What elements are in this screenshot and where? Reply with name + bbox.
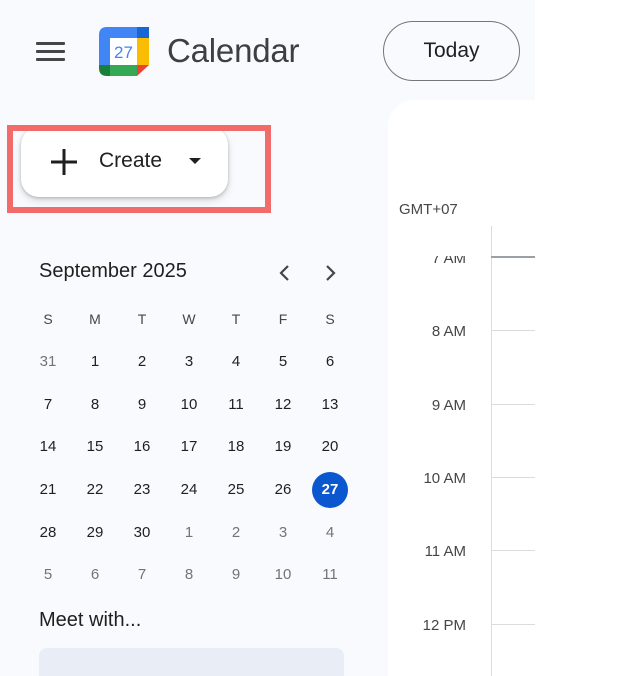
grid-vertical-line (491, 226, 492, 676)
time-label: 7 AM (431, 256, 466, 267)
weekday-label: T (137, 311, 147, 327)
day-cell[interactable]: 2 (218, 515, 254, 551)
main-menu-button[interactable] (30, 34, 70, 68)
weekday-label: F (278, 311, 288, 327)
day-cell[interactable]: 19 (265, 429, 301, 465)
hour-line (491, 550, 535, 551)
meet-with-heading: Meet with... (39, 609, 142, 631)
day-cell[interactable]: 18 (218, 429, 254, 465)
day-cell[interactable]: 1 (77, 344, 113, 380)
hamburger-line (36, 58, 65, 61)
day-cell[interactable]: 17 (171, 429, 207, 465)
day-cell[interactable]: 2 (124, 344, 160, 380)
mini-calendar-month: September 2025 (39, 260, 187, 282)
timezone-label: GMT+07 (399, 201, 458, 218)
hour-line (491, 477, 535, 478)
day-cell-today[interactable]: 27 (312, 472, 348, 508)
day-cell[interactable]: 11 (312, 557, 348, 593)
day-cell[interactable]: 26 (265, 472, 301, 508)
day-cell[interactable]: 14 (30, 429, 66, 465)
hour-line (491, 624, 535, 625)
day-cell[interactable]: 23 (124, 472, 160, 508)
day-cell[interactable]: 16 (124, 429, 160, 465)
calendar-logo-icon[interactable]: 27 (99, 27, 149, 76)
hour-line (491, 404, 535, 405)
time-label: 10 AM (423, 470, 466, 487)
time-label: 9 AM (431, 397, 466, 414)
plus-icon (51, 149, 77, 175)
day-cell[interactable]: 30 (124, 515, 160, 551)
day-cell[interactable]: 24 (171, 472, 207, 508)
day-cell[interactable]: 22 (77, 472, 113, 508)
hamburger-menu-icon (36, 42, 65, 45)
logo-date: 27 (114, 43, 133, 62)
caret-down-icon[interactable] (189, 158, 201, 164)
time-label: 8 AM (431, 323, 466, 340)
search-people-field[interactable] (39, 648, 344, 676)
day-cell[interactable]: 7 (30, 387, 66, 423)
chevron-right-icon[interactable] (318, 261, 342, 285)
current-time-line (491, 256, 535, 258)
day-cell[interactable]: 8 (171, 557, 207, 593)
day-cell[interactable]: 12 (265, 387, 301, 423)
day-cell[interactable]: 6 (77, 557, 113, 593)
create-button[interactable]: Create (21, 127, 228, 197)
calendar-app: 27 Calendar Today Create September 2025 … (0, 0, 535, 676)
day-cell[interactable]: 13 (312, 387, 348, 423)
day-cell[interactable]: 1 (171, 515, 207, 551)
day-cell[interactable]: 5 (30, 557, 66, 593)
day-cell[interactable]: 29 (77, 515, 113, 551)
day-cell[interactable]: 28 (30, 515, 66, 551)
weekday-label: S (325, 311, 335, 327)
chevron-left-icon[interactable] (273, 261, 297, 285)
day-cell[interactable]: 8 (77, 387, 113, 423)
hamburger-line (36, 50, 65, 53)
weekday-label: M (89, 311, 101, 327)
hour-line (491, 330, 535, 331)
day-view-panel (388, 100, 535, 676)
create-label: Create (99, 149, 163, 172)
weekday-label: S (43, 311, 53, 327)
time-label-7am-clip: 7 AM (400, 256, 466, 268)
today-button[interactable]: Today (383, 21, 520, 81)
weekday-label: W (182, 311, 196, 327)
day-cell[interactable]: 9 (218, 557, 254, 593)
day-cell[interactable]: 3 (171, 344, 207, 380)
time-label: 12 PM (422, 617, 466, 634)
weekday-label: T (231, 311, 241, 327)
day-cell[interactable]: 15 (77, 429, 113, 465)
day-cell[interactable]: 9 (124, 387, 160, 423)
day-cell[interactable]: 21 (30, 472, 66, 508)
time-label: 11 AM (424, 543, 466, 560)
day-cell[interactable]: 6 (312, 344, 348, 380)
day-cell[interactable]: 25 (218, 472, 254, 508)
day-cell[interactable]: 11 (218, 387, 254, 423)
day-cell[interactable]: 7 (124, 557, 160, 593)
app-title: Calendar (167, 32, 300, 69)
day-cell[interactable]: 20 (312, 429, 348, 465)
day-cell[interactable]: 10 (265, 557, 301, 593)
day-cell[interactable]: 10 (171, 387, 207, 423)
day-cell[interactable]: 3 (265, 515, 301, 551)
day-cell[interactable]: 4 (218, 344, 254, 380)
day-cell[interactable]: 5 (265, 344, 301, 380)
day-cell[interactable]: 31 (30, 344, 66, 380)
day-cell[interactable]: 4 (312, 515, 348, 551)
